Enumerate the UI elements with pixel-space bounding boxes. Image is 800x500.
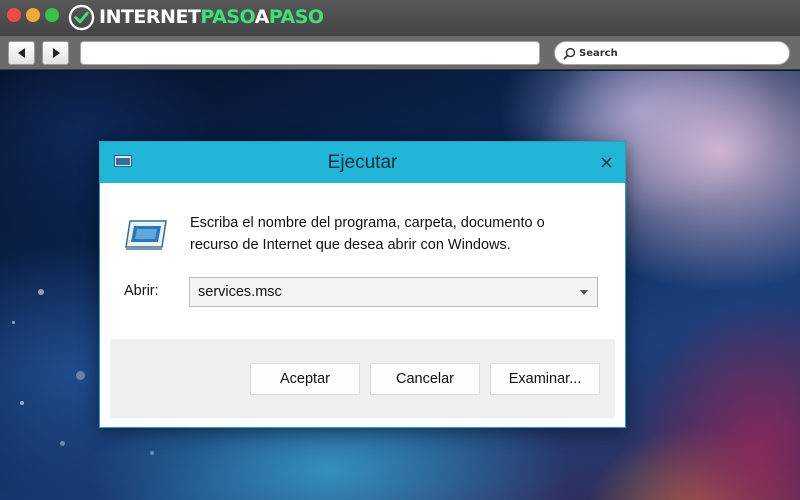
- open-combobox[interactable]: [189, 277, 598, 307]
- minimize-window-button[interactable]: [26, 8, 40, 22]
- open-label: Abrir:: [124, 283, 159, 299]
- sparkle: [76, 371, 85, 380]
- close-icon: [600, 156, 612, 168]
- close-window-button[interactable]: [7, 8, 21, 22]
- ok-button[interactable]: Aceptar: [250, 363, 360, 395]
- browser-title-bar: INTERNETPASOAPASO: [0, 0, 800, 36]
- dialog-close-button[interactable]: [593, 149, 619, 175]
- logo-text: INTERNETPASOAPASO: [99, 6, 324, 28]
- back-button[interactable]: [8, 41, 35, 65]
- forward-button[interactable]: [42, 41, 69, 65]
- sparkle: [20, 401, 24, 405]
- dialog-title-bar[interactable]: Ejecutar: [100, 142, 625, 183]
- sparkle: [38, 289, 44, 295]
- dialog-description: Escriba el nombre del programa, carpeta,…: [190, 215, 545, 253]
- maximize-window-button[interactable]: [45, 8, 59, 22]
- search-icon: [563, 47, 576, 59]
- search-input[interactable]: Search: [554, 41, 790, 65]
- search-label: Search: [579, 47, 618, 59]
- sparkle: [150, 451, 154, 455]
- sparkle: [60, 441, 65, 446]
- site-logo: INTERNETPASOAPASO: [68, 3, 324, 31]
- cancel-button[interactable]: Cancelar: [370, 363, 480, 395]
- triangle-left-icon: [17, 48, 25, 58]
- dialog-title: Ejecutar: [327, 152, 398, 173]
- logo-mark-icon: [68, 4, 95, 30]
- open-input[interactable]: [190, 278, 570, 306]
- chevron-down-icon: [580, 289, 588, 295]
- browser-toolbar: Search: [0, 36, 800, 70]
- dialog-button-bar: Aceptar Cancelar Examinar...: [110, 339, 615, 418]
- address-bar[interactable]: [80, 41, 540, 65]
- run-program-icon: [125, 220, 167, 250]
- sparkle: [12, 321, 15, 324]
- browse-button[interactable]: Examinar...: [490, 363, 600, 395]
- triangle-right-icon: [52, 48, 60, 58]
- combo-dropdown-button[interactable]: [571, 278, 597, 306]
- run-dialog: Ejecutar Escriba el nombre del programa,…: [99, 141, 626, 428]
